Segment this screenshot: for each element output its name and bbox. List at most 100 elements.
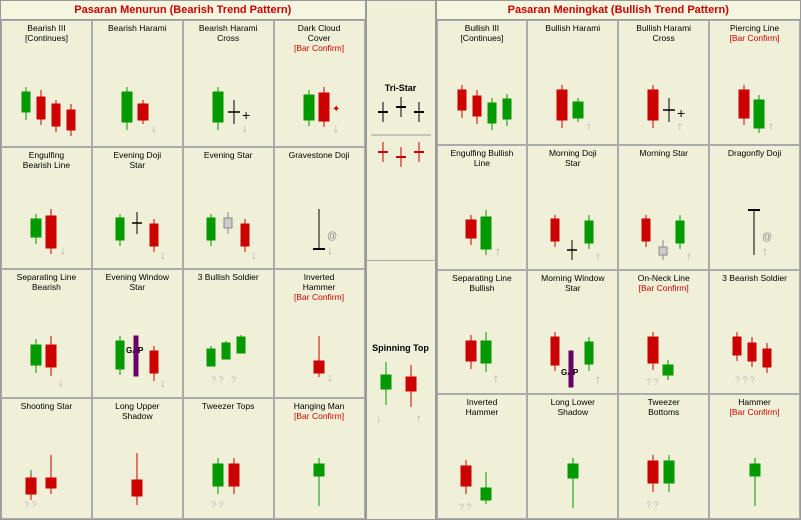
morning-doji-chart: ↑	[545, 205, 600, 263]
svg-text:? ?: ? ?	[459, 502, 472, 512]
svg-text:↑: ↑	[595, 249, 601, 263]
pattern-morning-star: Morning Star ↑	[618, 145, 709, 270]
pattern-on-neck: On-Neck Line[Bar Confirm] ? ?	[618, 270, 709, 395]
morning-star-chart: ↑	[636, 205, 691, 263]
pattern-evening-window: Evening WindowStar GAP	[92, 269, 183, 398]
pattern-tweezer-tops: Tweezer Tops ? ?	[183, 398, 274, 519]
3-bullish-soldier-chart: ? ? ?	[201, 331, 256, 391]
svg-text:↑: ↑	[595, 372, 601, 386]
svg-text:@: @	[327, 231, 337, 242]
bearish-harami-chart: ↓	[115, 82, 160, 140]
pattern-separating-bullish: Separating LineBullish ↑	[437, 270, 528, 395]
bullish-harami-chart: ↑	[550, 80, 595, 138]
pattern-evening-doji: Evening DojiStar ↓	[92, 147, 183, 268]
pattern-dark-cloud: Dark CloudCover[Bar Confirm] ✦ ↓	[274, 20, 365, 147]
pattern-inverted-hammer-bull: InvertedHammer ? ?	[437, 394, 528, 519]
pattern-separating-bearish: Separating LineBearish ↓	[1, 269, 92, 398]
svg-text:? ? ?: ? ? ?	[735, 375, 755, 385]
hanging-man-chart	[304, 450, 334, 512]
spinning-top-cell: Spinning Top ↓ ↑	[367, 261, 435, 520]
pattern-long-upper-shadow: Long UpperShadow	[92, 398, 183, 519]
spinning-top-chart: ↓ ↑	[371, 357, 431, 437]
tri-star-chart	[371, 97, 431, 177]
pattern-dragonfly-doji: Dragonfly Doji @ ↑	[709, 145, 800, 270]
dark-cloud-chart: ✦ ↓	[297, 82, 342, 140]
svg-text:? ?: ? ?	[24, 500, 37, 510]
pattern-tweezer-bottoms: TweezerBottoms ? ?	[618, 394, 709, 519]
bullish-section: Pasaran Meningkat (Bullish Trend Pattern…	[437, 1, 801, 519]
pattern-gravestone-doji: Gravestone Doji @ ↓	[274, 147, 365, 268]
bullish-header: Pasaran Meningkat (Bullish Trend Pattern…	[437, 1, 801, 20]
svg-text:↑: ↑	[768, 119, 774, 133]
spinning-top-label: Spinning Top	[372, 343, 429, 353]
svg-text:↑: ↑	[495, 244, 501, 258]
pattern-bullish-iii: Bullish III[Continues]	[437, 20, 528, 145]
bearish-section: Pasaran Menurun (Bearish Trend Pattern) …	[1, 1, 367, 519]
evening-doji-chart: ↓	[110, 204, 165, 262]
bullish-harami-cross-chart: + ↑	[641, 80, 686, 138]
tri-star-cell: Tri-Star	[367, 1, 435, 261]
pattern-hanging-man: Hanging Man[Bar Confirm]	[274, 398, 365, 519]
pattern-bearish-iii: Bearish III[Continues]	[1, 20, 92, 147]
bullish-grid: Bullish III[Continues]	[437, 20, 801, 519]
tweezer-tops-chart: ? ?	[206, 450, 251, 512]
svg-text:?: ?	[231, 375, 236, 385]
inverted-hammer-bearish-chart: ↓	[297, 331, 342, 391]
inverted-hammer-bull-chart: ? ?	[454, 450, 509, 512]
long-lower-shadow-chart	[558, 450, 588, 512]
pattern-morning-window: Morning WindowStar GAP	[527, 270, 618, 395]
tweezer-bottoms-chart: ? ?	[641, 450, 686, 512]
svg-text:↓: ↓	[251, 248, 257, 262]
hammer-chart	[740, 450, 770, 512]
svg-text:? ?: ? ?	[646, 500, 659, 510]
piercing-line-chart: ↑	[732, 80, 777, 138]
bearish-iii-chart	[16, 82, 76, 140]
bearish-grid: Bearish III[Continues]	[1, 20, 365, 519]
pattern-bullish-harami-cross: Bullish HaramiCross + ↑	[618, 20, 709, 145]
svg-text:↓: ↓	[327, 243, 333, 257]
evening-star-chart: ↓	[201, 204, 256, 262]
dragonfly-doji-chart: @ ↑	[732, 205, 777, 263]
svg-text:↑: ↑	[586, 119, 592, 133]
svg-text:↓: ↓	[242, 121, 248, 135]
svg-text:? ?: ? ?	[211, 375, 224, 385]
svg-text:↓: ↓	[60, 243, 66, 257]
pattern-engulfing-bullish: Engulfing BullishLine ↑	[437, 145, 528, 270]
pattern-morning-doji: Morning DojiStar ↑	[527, 145, 618, 270]
main-container: Pasaran Menurun (Bearish Trend Pattern) …	[0, 0, 801, 520]
svg-text:? ?: ? ?	[211, 500, 224, 510]
pattern-3-bullish-soldier: 3 Bullish Soldier	[183, 269, 274, 398]
svg-text:@: @	[762, 232, 772, 243]
pattern-3-bearish-soldier: 3 Bearish Soldier	[709, 270, 800, 395]
svg-text:↑: ↑	[762, 244, 768, 258]
middle-section: Tri-Star	[367, 1, 437, 519]
pattern-hammer: Hammer[Bar Confirm]	[709, 394, 800, 519]
pattern-bullish-harami: Bullish Harami ↑	[527, 20, 618, 145]
svg-text:↓: ↓	[160, 376, 166, 390]
pattern-bearish-harami: Bearish Harami ↓	[92, 20, 183, 147]
long-upper-shadow-chart	[122, 450, 152, 512]
svg-text:↓: ↓	[333, 121, 339, 135]
bearish-header: Pasaran Menurun (Bearish Trend Pattern)	[1, 1, 365, 20]
svg-text:↑: ↑	[416, 413, 422, 425]
pattern-shooting-star: Shooting Star ? ?	[1, 398, 92, 519]
engulfing-bearish-chart: ↓	[24, 204, 69, 262]
evening-window-chart: GAP ↓	[110, 331, 165, 391]
tri-star-label: Tri-Star	[385, 83, 417, 93]
svg-text:✦: ✦	[332, 104, 340, 115]
svg-text:↑: ↑	[686, 249, 692, 263]
svg-text:↑: ↑	[493, 371, 499, 385]
svg-text:↓: ↓	[376, 413, 382, 425]
pattern-piercing-line: Piercing Line[Bar Confirm] ↑	[709, 20, 800, 145]
svg-text:↓: ↓	[160, 248, 166, 262]
svg-text:↑: ↑	[677, 119, 683, 133]
svg-text:↓: ↓	[327, 370, 333, 384]
gravestone-doji-chart: @ ↓	[297, 204, 342, 262]
morning-window-chart: GAP ↑	[545, 327, 600, 387]
svg-text:? ?: ? ?	[646, 377, 659, 387]
shooting-star-chart: ? ?	[19, 450, 74, 512]
pattern-long-lower-shadow: Long LowerShadow	[527, 394, 618, 519]
svg-text:↓: ↓	[58, 375, 64, 389]
pattern-inverted-hammer-b: InvertedHammer[Bar Confirm] ↓	[274, 269, 365, 398]
separating-bearish-chart: ↓	[24, 331, 69, 391]
